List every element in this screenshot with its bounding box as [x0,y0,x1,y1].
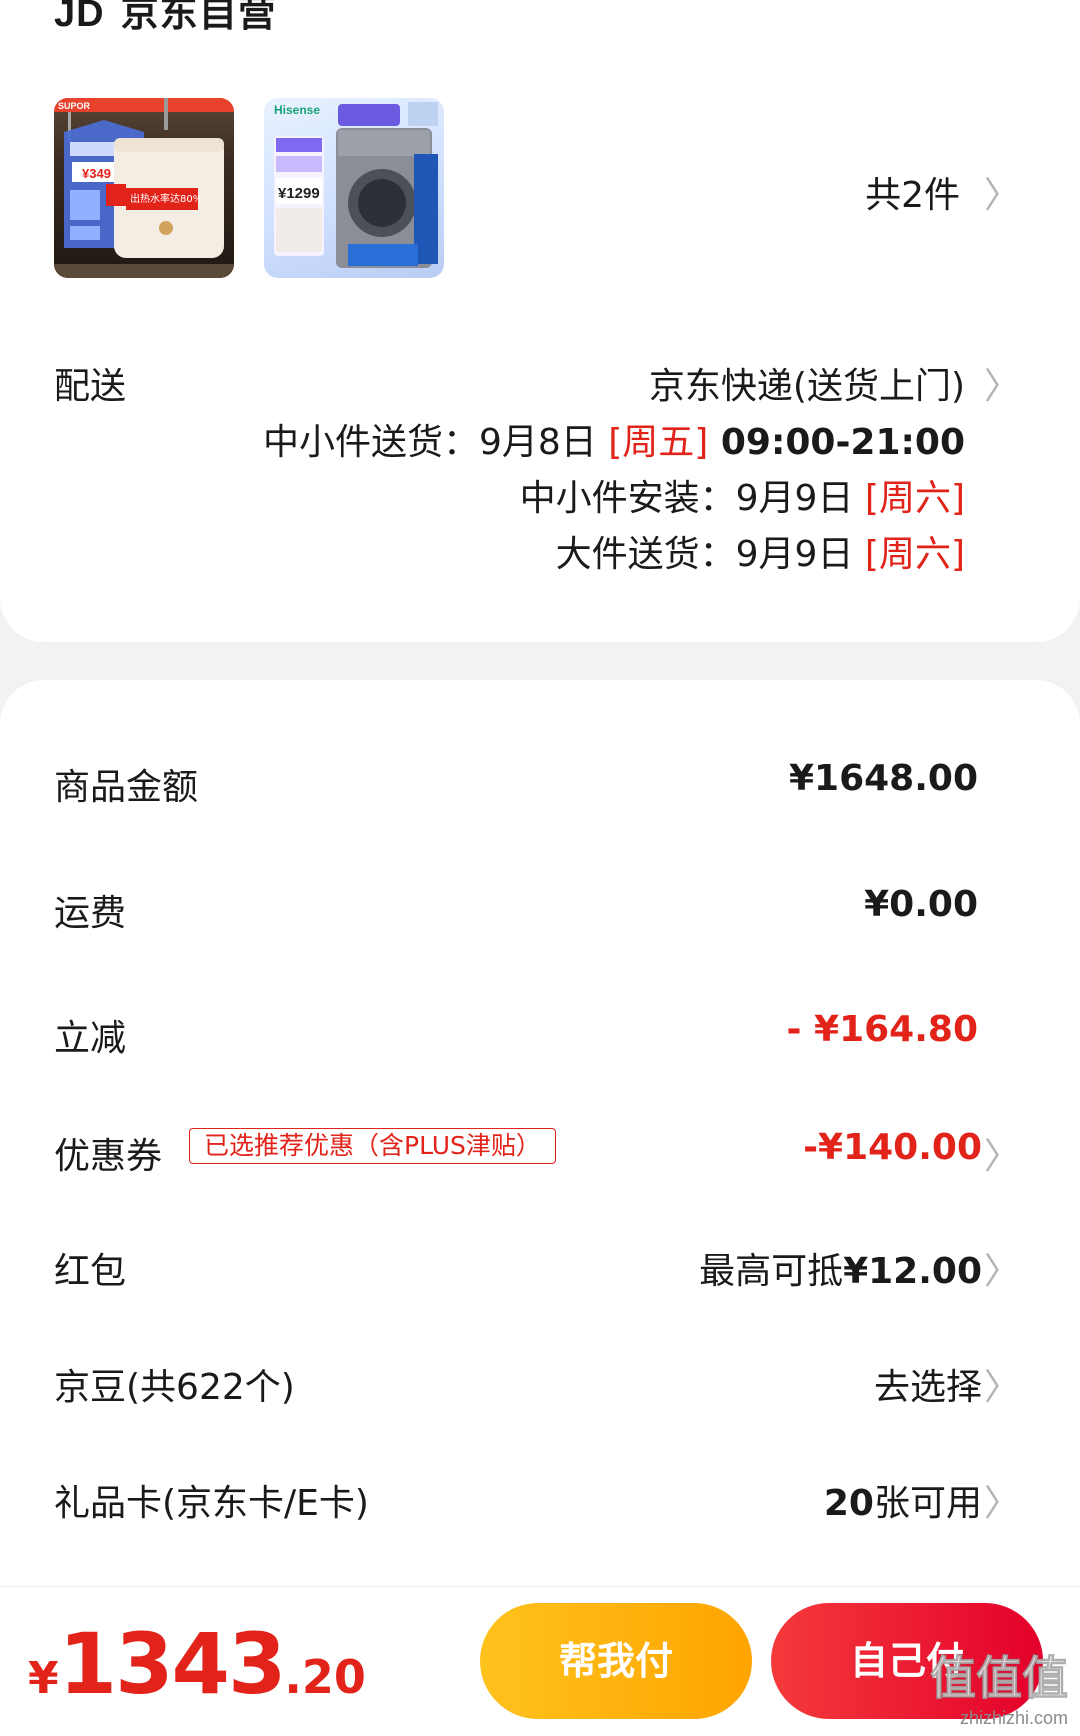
delivery-line-day: [周五] [608,422,709,463]
thumb2-price: ¥1299 [278,185,320,202]
thumb1-brand: SUPOR [58,101,91,111]
goods-amount-value: ¥1648.00 [788,758,978,799]
delivery-line-prefix: 中小件安装：9月9日 [519,478,865,519]
jd-logo: JD [54,0,105,35]
total-price: ¥1343.20 [28,1615,366,1713]
total-integer: 1343 [58,1615,287,1713]
delivery-line-day: [周六] [864,534,965,575]
total-decimal: .20 [284,1650,366,1704]
red-packet-value[interactable]: 最高可抵¥12.00 [699,1242,982,1294]
delivery-line-prefix: 大件送货：9月9日 [555,534,865,575]
water-heater-image: SUPOR ¥349 出热水率达80% [54,98,234,278]
thumb1-price: ¥349 [82,166,111,181]
shipping-value: ¥0.00 [864,884,978,925]
jd-beans-chevron-icon[interactable]: 〉 [984,1358,1020,1410]
delivery-line-time: 09:00-21:00 [708,422,965,463]
watermark: 值值值 zhizhizhi.com [930,1642,1069,1729]
washing-machine-image: Hisense ¥1299 [274,102,438,268]
delivery-line-day: [周六] [864,478,965,519]
shop-title: JD 京东自营 [54,0,277,37]
price-summary-card [0,680,1080,1735]
delivery-line-install: 中小件安装：9月9日 [周六] [520,469,965,521]
product-thumb-water-heater[interactable]: SUPOR ¥349 出热水率达80% [54,98,234,278]
gift-card-value[interactable]: 20张可用 [824,1474,982,1526]
gift-card-label: 礼品卡(京东卡/E卡) [54,1483,369,1524]
thumb1-badge: 出热水率达80% [130,192,202,205]
item-count-chevron-icon[interactable]: 〉 [984,166,1020,218]
discount-value: - ¥164.80 [786,1009,978,1050]
red-packet-label: 红包 [54,1251,127,1292]
delivery-chevron-icon[interactable]: 〉 [984,357,1020,409]
delivery-line-small-item: 中小件送货：9月8日 [周五] 09:00-21:00 [263,413,965,465]
delivery-method[interactable]: 京东快递(送货上门) [649,357,965,409]
item-count-label[interactable]: 共2件 [865,166,960,218]
delivery-label: 配送 [54,366,127,407]
red-packet-chevron-icon[interactable]: 〉 [984,1242,1020,1294]
product-thumb-washing-machine[interactable]: Hisense ¥1299 [264,98,444,278]
coupon-value[interactable]: -¥140.00 [803,1127,982,1168]
coupon-label: 优惠券 [54,1136,163,1177]
coupon-tag[interactable]: 已选推荐优惠（含PLUS津贴） [189,1128,556,1164]
help-me-pay-button[interactable]: 帮我付 [480,1603,752,1719]
coupon-chevron-icon[interactable]: 〉 [984,1127,1020,1179]
total-currency: ¥ [28,1653,59,1704]
delivery-line-prefix: 中小件送货：9月8日 [262,422,609,463]
shipping-label: 运费 [54,893,127,934]
watermark-url: zhizhizhi.com [959,1708,1068,1728]
jd-beans-value[interactable]: 去选择 [874,1358,982,1410]
jd-beans-label: 京豆(共622个) [54,1367,295,1408]
delivery-line-large-item: 大件送货：9月9日 [周六] [556,525,965,577]
goods-amount-label: 商品金额 [54,767,199,808]
gift-card-chevron-icon[interactable]: 〉 [984,1474,1020,1526]
shop-name: 京东自营 [120,0,277,35]
thumb2-brand: Hisense [274,103,320,117]
discount-label: 立减 [54,1018,127,1059]
watermark-logo: 值值值 [930,1652,1069,1705]
